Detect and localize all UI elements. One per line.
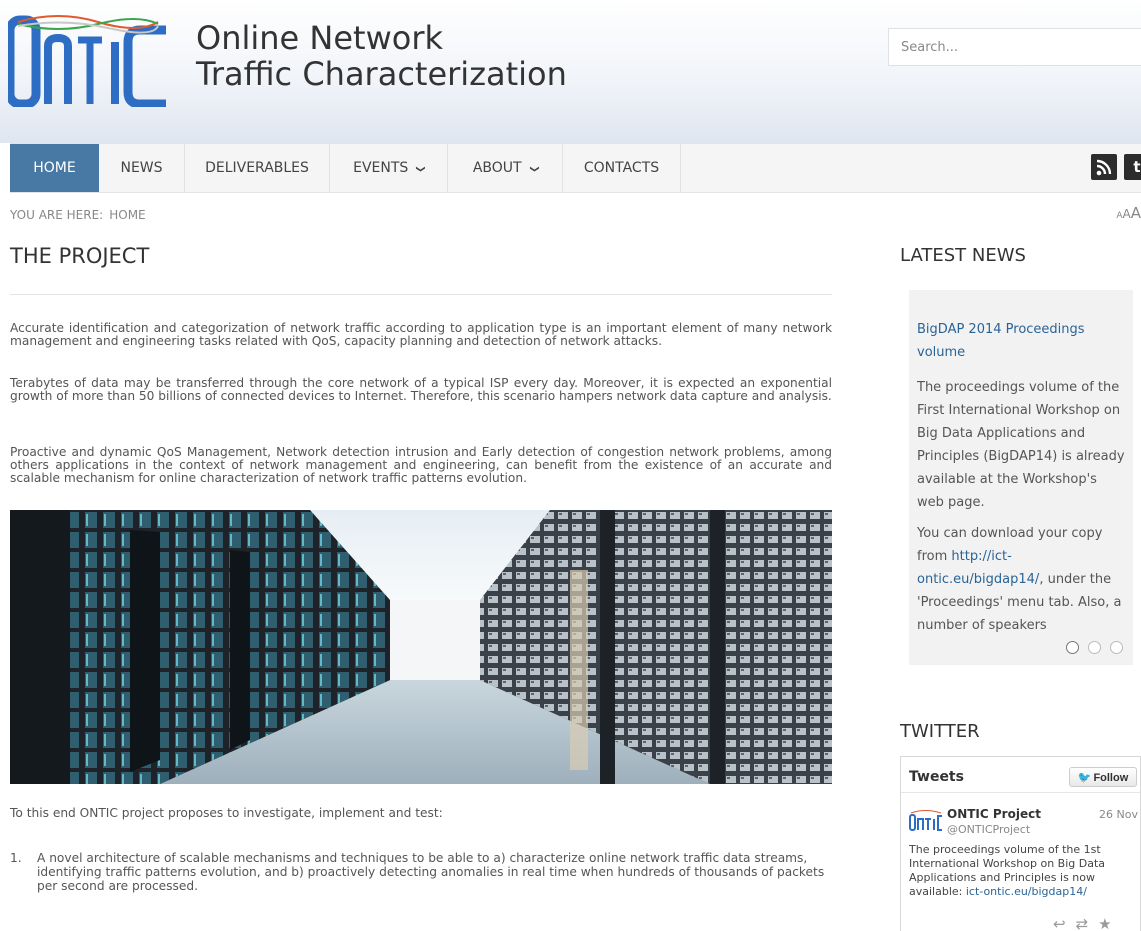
slider-dot[interactable] <box>1110 641 1123 654</box>
bird-icon: 🐦 <box>1077 771 1092 784</box>
tweet-actions: ↩⇄★ <box>1053 915 1122 931</box>
nav-item-about[interactable]: ABOUT ❯ <box>448 144 563 192</box>
nav-label-contacts: CONTACTS <box>583 160 660 176</box>
ontic-logo[interactable] <box>5 12 178 109</box>
intro-paragraph-2: Terabytes of data may be transferred thr… <box>10 376 832 403</box>
nav-label-deliverables: DELIVERABLES <box>205 160 309 176</box>
retweet-icon[interactable]: ⇄ <box>1076 915 1099 931</box>
news-body: The proceedings volume of the First Inte… <box>917 376 1127 637</box>
latest-news-heading: LATEST NEWS <box>900 245 1026 266</box>
breadcrumb-prefix: YOU ARE HERE: <box>10 208 104 222</box>
twitter-heading: TWITTER <box>900 721 980 742</box>
nav-label-news: NEWS <box>120 160 163 176</box>
favorite-icon[interactable]: ★ <box>1098 915 1121 931</box>
rss-icon[interactable] <box>1091 154 1117 180</box>
slider-dot[interactable] <box>1088 641 1101 654</box>
breadcrumb: YOU ARE HERE: HOME <box>10 208 152 222</box>
tweet-author-handle[interactable]: @ONTICProject <box>947 823 1030 836</box>
reply-icon[interactable]: ↩ <box>1053 915 1076 931</box>
follow-label: Follow <box>1093 771 1129 784</box>
nav-item-news[interactable]: NEWS <box>99 144 185 192</box>
tweet-avatar[interactable] <box>909 809 943 831</box>
site-header: Online Network Traffic Characterization <box>0 0 1141 143</box>
font-size-controls: AAA <box>1116 203 1141 222</box>
news-body-paragraph-1: The proceedings volume of the First Inte… <box>917 380 1125 510</box>
twitter-widget-header: Tweets 🐦 Follow <box>901 757 1140 793</box>
nav-item-home[interactable]: HOME <box>10 144 99 192</box>
twitter-widget: Tweets 🐦 Follow ONTIC Project @ONTICProje… <box>900 756 1141 931</box>
tweets-title: Tweets <box>909 769 964 785</box>
slider-dot[interactable] <box>1066 641 1079 654</box>
list-number: 1. <box>10 851 22 865</box>
tweet-author-name[interactable]: ONTIC Project <box>947 807 1041 821</box>
list-item: 1. A novel architecture of scalable mech… <box>10 851 832 893</box>
divider <box>10 294 832 295</box>
nav-item-contacts[interactable]: CONTACTS <box>563 144 681 192</box>
nav-label-home: HOME <box>33 160 76 176</box>
site-title-line1: Online Network <box>196 19 443 57</box>
nav-item-events[interactable]: EVENTS ❯ <box>330 144 448 192</box>
news-title-link[interactable]: BigDAP 2014 Proceedings volume <box>917 318 1122 364</box>
news-body-paragraph-2: You can download your copy from http://i… <box>917 522 1127 637</box>
follow-button[interactable]: 🐦 Follow <box>1069 767 1137 787</box>
site-title: Online Network Traffic Characterization <box>196 20 567 92</box>
main-nav: HOME NEWS DELIVERABLES EVENTS ❯ ABOUT ❯ CO… <box>10 143 1141 193</box>
list-text: A novel architecture of scalable mechani… <box>37 851 825 893</box>
twitter-icon[interactable]: t <box>1124 154 1141 180</box>
nav-item-deliverables[interactable]: DELIVERABLES <box>185 144 330 192</box>
breadcrumb-current[interactable]: HOME <box>109 208 145 222</box>
font-size-medium-button[interactable]: A <box>1123 207 1131 221</box>
page-title: THE PROJECT <box>10 244 150 268</box>
datacenter-image <box>10 510 832 784</box>
slider-dots <box>1057 639 1123 658</box>
site-title-line2: Traffic Characterization <box>196 55 567 93</box>
search-input[interactable] <box>888 28 1141 66</box>
tweet-text: The proceedings volume of the 1st Intern… <box>909 843 1135 899</box>
tweet-link[interactable]: ict-ontic.eu/bigdap14/ <box>966 885 1087 898</box>
font-size-large-button[interactable]: A <box>1131 204 1141 222</box>
intro-paragraph-3: Proactive and dynamic QoS Management, Ne… <box>10 445 832 485</box>
proposal-intro: To this end ONTIC project proposes to in… <box>10 806 443 820</box>
news-slider: BigDAP 2014 Proceedings volume The proce… <box>909 290 1133 665</box>
chevron-down-icon: ❯ <box>528 165 539 173</box>
tweet-date[interactable]: 26 Nov <box>1099 808 1138 821</box>
chevron-down-icon: ❯ <box>415 165 426 173</box>
intro-paragraph-1: Accurate identification and categorizati… <box>10 321 832 348</box>
